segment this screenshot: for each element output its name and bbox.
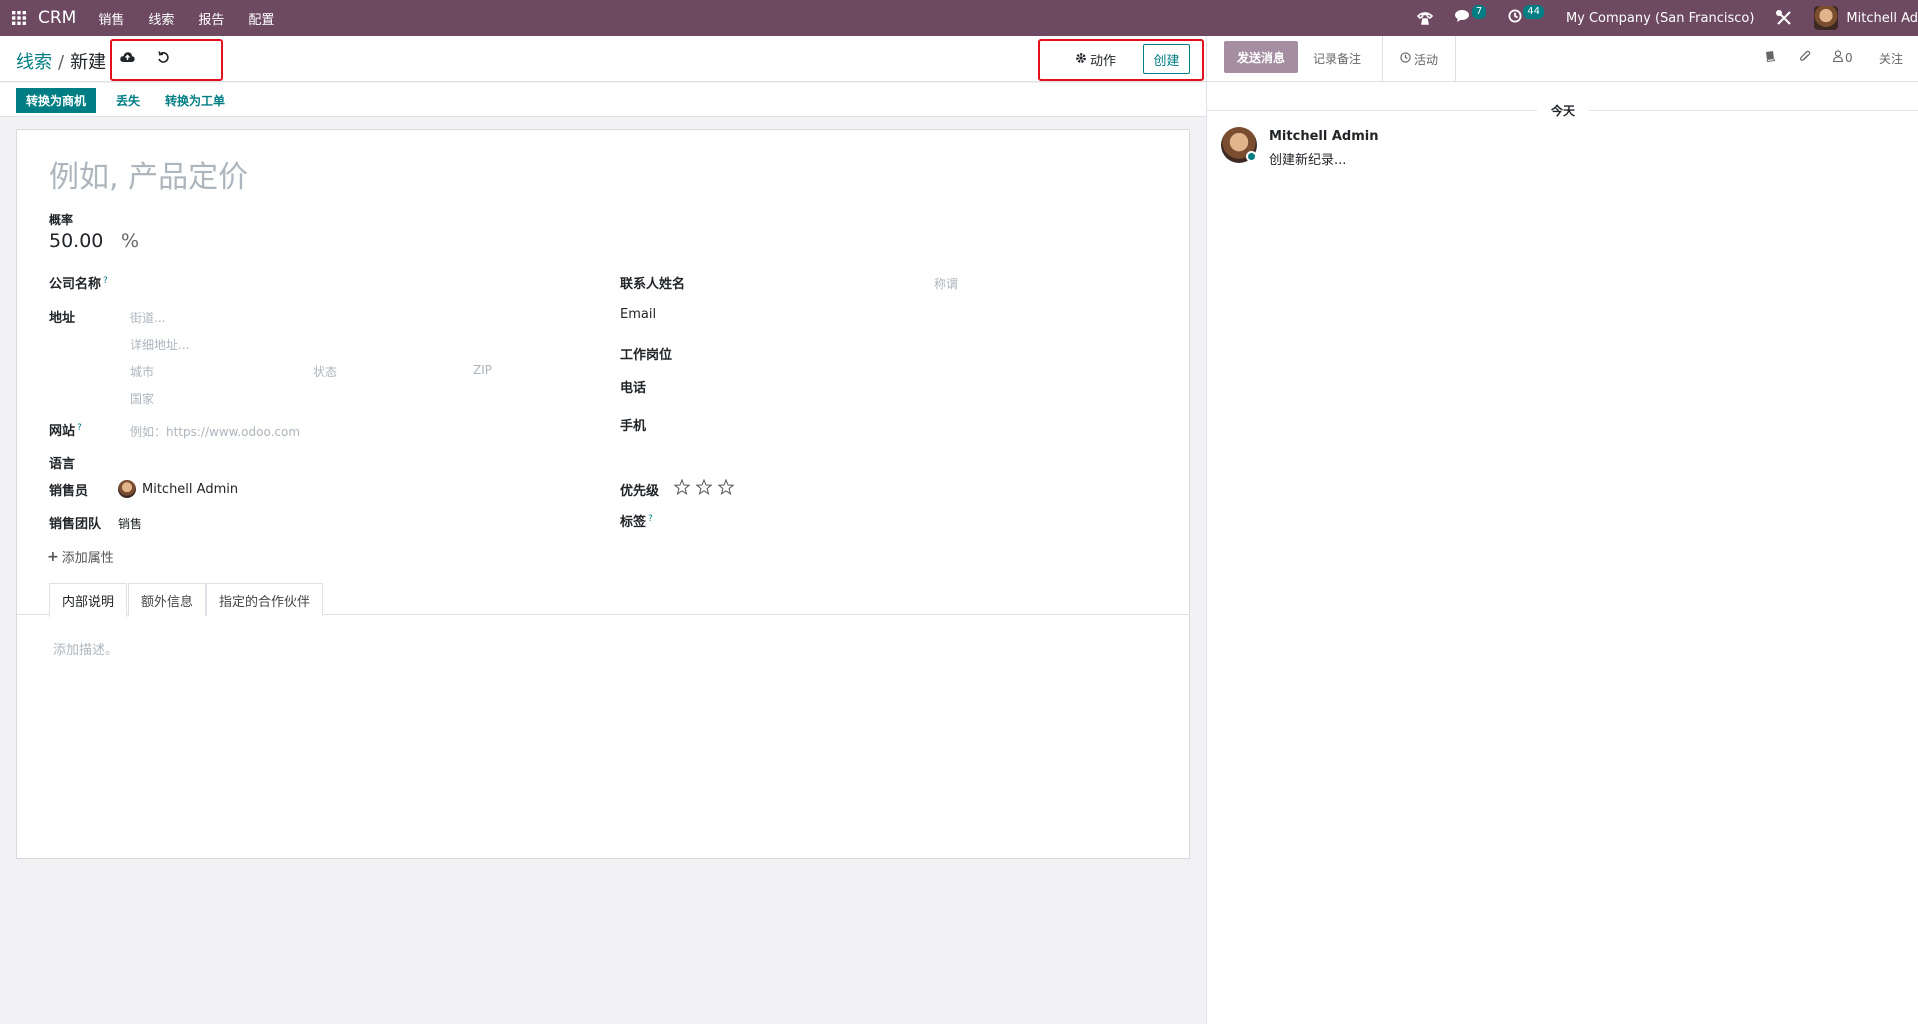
tags-label: 标签?	[620, 513, 653, 530]
street-input[interactable]: 街道...	[130, 309, 165, 326]
priority-star-icon[interactable]	[695, 478, 713, 499]
followers-button[interactable]: 0	[1833, 50, 1853, 65]
date-separator-label: 今天	[1551, 104, 1576, 118]
user-avatar[interactable]	[1814, 6, 1839, 30]
zip-input[interactable]: ZIP	[473, 363, 492, 377]
online-status-dot	[1246, 151, 1257, 162]
convert-to-ticket-button[interactable]: 转换为工单	[165, 92, 225, 109]
activities-indicator[interactable]: 44	[1508, 5, 1544, 27]
activity-button[interactable]: 活动	[1382, 36, 1456, 82]
website-help-icon[interactable]: ?	[77, 423, 82, 433]
activity-label: 活动	[1413, 52, 1438, 67]
lost-button[interactable]: 丢失	[116, 92, 140, 109]
lead-title-input[interactable]: 例如, 产品定价	[49, 152, 248, 196]
probability-label: 概率	[49, 213, 74, 227]
chatter-panel: 发送消息 记录备注 活动 0 关注 今天 Mitchell Admin 创建新纪…	[1206, 36, 1918, 1024]
control-panel: 线索 / 新建 动作 创建	[0, 36, 1206, 82]
breadcrumb-leads-link[interactable]: 线索	[16, 52, 52, 73]
convert-to-opportunity-button[interactable]: 转换为商机	[16, 88, 97, 113]
action-menu-button[interactable]: 动作	[1075, 50, 1116, 69]
user-name[interactable]: Mitchell Ad	[1846, 11, 1918, 26]
date-separator: 今天	[1207, 102, 1918, 119]
tab-extra-info[interactable]: 额外信息	[128, 583, 207, 616]
add-property-label: 添加属性	[61, 551, 114, 566]
discard-undo-icon[interactable]	[157, 51, 170, 68]
street2-input[interactable]: 详细地址...	[130, 336, 189, 353]
message-body: 创建新纪录...	[1269, 153, 1347, 168]
contact-title-input[interactable]: 称谓	[934, 275, 958, 292]
description-editor[interactable]: 添加描述。	[53, 639, 118, 658]
menu-leads[interactable]: 线索	[148, 9, 174, 28]
breadcrumb-separator: /	[58, 52, 65, 73]
phone-icon[interactable]	[1416, 11, 1433, 25]
state-input[interactable]: 状态	[313, 363, 337, 380]
tab-internal-notes[interactable]: 内部说明	[49, 583, 128, 617]
plus-icon: +	[47, 548, 59, 565]
contact-name-label: 联系人姓名	[620, 277, 686, 292]
notebook-tabs: 内部说明 额外信息 指定的合作伙伴	[17, 583, 1189, 617]
log-note-button[interactable]: 记录备注	[1313, 50, 1361, 67]
clock-icon	[1400, 52, 1411, 66]
user-icon	[1833, 50, 1843, 65]
website-label: 网站?	[49, 422, 82, 439]
salesperson-label: 销售员	[49, 484, 89, 499]
top-navbar: CRM 销售 线索 报告 配置 7 44 My Company (San Fra…	[0, 0, 1918, 36]
chat-icon	[1454, 9, 1471, 27]
breadcrumb-current: 新建	[70, 52, 107, 73]
apps-menu-icon[interactable]	[0, 11, 38, 25]
chatter-topbar: 发送消息 记录备注 活动 0 关注	[1207, 36, 1918, 82]
debug-tools-icon[interactable]	[1776, 10, 1792, 26]
separator-line	[1207, 110, 1537, 111]
send-message-button[interactable]: 发送消息	[1224, 41, 1298, 73]
breadcrumb: 线索 / 新建	[16, 48, 106, 74]
gear-icon	[1075, 52, 1087, 68]
create-button[interactable]: 创建	[1143, 44, 1190, 74]
salesperson-value: Mitchell Admin	[142, 481, 239, 497]
menu-reporting[interactable]: 报告	[198, 9, 224, 28]
sales-team-label: 销售团队	[49, 517, 102, 532]
priority-stars	[673, 478, 735, 499]
status-bar: 转换为商机 丢失 转换为工单	[0, 83, 1206, 117]
priority-star-icon[interactable]	[717, 478, 735, 499]
city-input[interactable]: 城市	[130, 363, 154, 380]
paperclip-icon[interactable]	[1799, 50, 1811, 64]
messages-indicator[interactable]: 7	[1454, 5, 1487, 27]
messages-badge: 7	[1471, 5, 1487, 19]
probability-input[interactable]: 50.00	[49, 230, 103, 252]
book-icon[interactable]	[1764, 50, 1776, 62]
phone-label: 电话	[620, 381, 647, 396]
company-switcher[interactable]: My Company (San Francisco)	[1566, 11, 1754, 26]
clock-icon	[1508, 9, 1522, 27]
follow-button[interactable]: 关注	[1879, 50, 1903, 67]
save-cloud-icon[interactable]	[120, 51, 135, 67]
language-label: 语言	[49, 457, 76, 472]
sales-team-value[interactable]: 销售	[118, 515, 142, 532]
email-label: Email	[620, 307, 657, 322]
priority-star-icon[interactable]	[673, 478, 691, 499]
salesperson-avatar	[118, 480, 136, 498]
website-input[interactable]: 例如：https://www.odoo.com	[130, 423, 300, 440]
priority-label: 优先级	[620, 484, 660, 499]
form-sheet: 例如, 产品定价 概率 50.00 % 公司名称? 地址 街道... 详细地址.…	[16, 129, 1190, 859]
activities-badge: 44	[1523, 5, 1544, 19]
followers-count: 0	[1845, 50, 1853, 65]
tab-assigned-partner[interactable]: 指定的合作伙伴	[206, 583, 324, 616]
company-name-label: 公司名称?	[49, 275, 108, 292]
menu-sales[interactable]: 销售	[98, 9, 124, 28]
add-property-button[interactable]: + 添加属性	[47, 547, 114, 567]
mobile-label: 手机	[620, 419, 647, 434]
separator-line	[1589, 110, 1918, 111]
action-menu-label: 动作	[1090, 54, 1117, 69]
salesperson-field[interactable]: Mitchell Admin	[118, 480, 238, 498]
probability-unit: %	[121, 230, 140, 252]
country-input[interactable]: 国家	[130, 390, 154, 407]
menu-configuration[interactable]: 配置	[248, 9, 274, 28]
tags-help-icon[interactable]: ?	[648, 514, 653, 524]
message-author[interactable]: Mitchell Admin	[1269, 129, 1378, 144]
job-position-label: 工作岗位	[620, 348, 673, 363]
company-name-help-icon[interactable]: ?	[103, 276, 108, 286]
app-name[interactable]: CRM	[38, 8, 76, 28]
address-label: 地址	[49, 311, 76, 326]
